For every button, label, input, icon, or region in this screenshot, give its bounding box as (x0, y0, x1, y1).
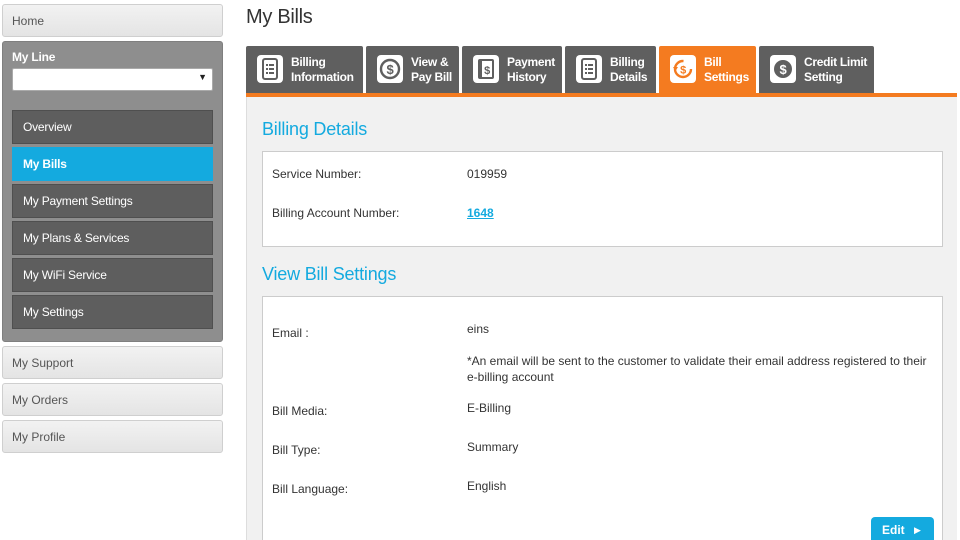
bill-type-value: Summary (467, 440, 519, 454)
document-list-icon (576, 55, 602, 83)
bill-type-label: Bill Type: (272, 443, 321, 457)
bill-settings-panel: Billing Details Service Number: 019959 B… (246, 97, 957, 540)
tab-line2: Pay Bill (411, 70, 452, 84)
svg-text:$: $ (780, 62, 788, 77)
sidebar-item-home[interactable]: Home (2, 4, 223, 37)
document-list-icon (257, 55, 283, 83)
sidebar-item-overview[interactable]: Overview (12, 110, 213, 144)
bill-media-value: E-Billing (467, 401, 512, 415)
tab-line1: Bill (704, 55, 722, 69)
tab-line2: History (507, 70, 547, 84)
svg-text:$: $ (484, 65, 490, 77)
view-bill-settings-title: View Bill Settings (262, 264, 397, 284)
sidebar-item-my-profile[interactable]: My Profile (2, 420, 223, 453)
bill-media-label: Bill Media: (272, 404, 328, 418)
tab-credit-limit-setting[interactable]: $ Credit Limit Setting (759, 46, 874, 93)
tab-billing-details[interactable]: Billing Details (565, 46, 656, 93)
email-value: eins (467, 322, 490, 336)
service-number-label: Service Number: (272, 167, 362, 181)
bill-tabs: Billing Information $ View & Pay Bill $ Pa… (246, 46, 957, 94)
tab-line1: Billing (610, 55, 645, 69)
tab-view-pay-bill[interactable]: $ View & Pay Bill (366, 46, 459, 93)
edit-button-label: Edit (882, 523, 905, 537)
bill-settings-box: Email : eins *An email will be sent to t… (262, 296, 943, 540)
dollar-badge-icon: $ (770, 55, 796, 83)
tab-line2: Details (610, 70, 648, 84)
sidebar-item-my-payment-settings[interactable]: My Payment Settings (12, 184, 213, 218)
tab-line1: View & (411, 55, 449, 69)
my-line-panel: My Line ▼ Overview My Bills My Payment S… (2, 41, 223, 342)
tab-line1: Billing (291, 55, 326, 69)
my-line-title: My Line (12, 50, 56, 64)
tab-line2: Information (291, 70, 354, 84)
svg-text:$: $ (680, 65, 686, 77)
tab-bill-settings[interactable]: $ Bill Settings (659, 46, 756, 93)
billing-account-number-link[interactable]: 1648 (467, 206, 494, 220)
dollar-refresh-icon: $ (670, 55, 696, 83)
billing-account-number-label: Billing Account Number: (272, 206, 400, 220)
sidebar-item-my-support[interactable]: My Support (2, 346, 223, 379)
billing-details-title: Billing Details (262, 119, 368, 139)
bill-language-label: Bill Language: (272, 482, 349, 496)
service-number-value: 019959 (467, 167, 508, 181)
billing-details-box: Service Number: 019959 Billing Account N… (262, 151, 943, 247)
sidebar-item-my-orders[interactable]: My Orders (2, 383, 223, 416)
sidebar-item-my-plans-services[interactable]: My Plans & Services (12, 221, 213, 255)
svg-text:$: $ (387, 62, 395, 77)
ledger-dollar-icon: $ (473, 55, 499, 83)
sidebar-item-my-bills[interactable]: My Bills (12, 147, 213, 181)
tab-line1: Credit Limit (804, 55, 868, 69)
sidebar-item-my-wifi-service[interactable]: My WiFi Service (12, 258, 213, 292)
tab-payment-history[interactable]: $ Payment History (462, 46, 562, 93)
edit-button[interactable]: Edit ▶ (871, 517, 934, 540)
email-note: *An email will be sent to the customer t… (467, 354, 927, 384)
tab-line2: Settings (704, 70, 749, 84)
tab-billing-information[interactable]: Billing Information (246, 46, 363, 93)
tab-line2: Setting (804, 70, 843, 84)
bill-language-value: English (467, 479, 507, 493)
line-select[interactable]: ▼ (12, 68, 213, 91)
sidebar-item-my-settings[interactable]: My Settings (12, 295, 213, 329)
arrow-right-icon: ▶ (914, 525, 921, 535)
chevron-down-icon: ▼ (198, 72, 207, 82)
sidebar: Home My Line ▼ Overview My Bills My Paym… (2, 4, 223, 457)
email-label: Email : (272, 326, 309, 340)
dollar-circle-icon: $ (377, 55, 403, 83)
tab-line1: Payment (507, 55, 555, 69)
page-title: My Bills (246, 6, 313, 28)
